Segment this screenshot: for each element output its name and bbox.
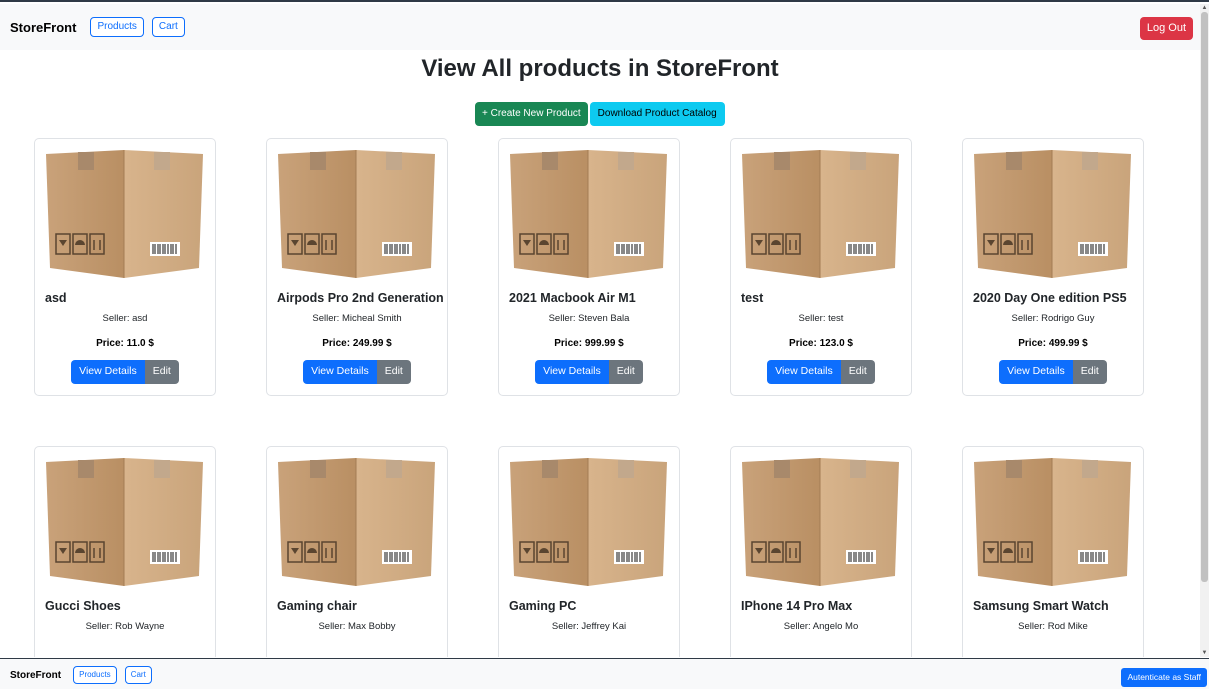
cardboard-box-icon [510, 150, 667, 278]
edit-button[interactable]: Edit [144, 360, 179, 384]
product-seller: Seller: Max Bobby [318, 621, 396, 632]
product-seller: Seller: Micheal Smith [312, 313, 402, 324]
view-details-button[interactable]: View Details [767, 360, 841, 384]
product-name: 2020 Day One edition PS5 [973, 291, 1127, 305]
product-price: Price: 11.0 $ [96, 338, 154, 349]
view-details-button[interactable]: View Details [999, 360, 1073, 384]
vertical-scrollbar[interactable]: ▲ ▼ [1200, 4, 1209, 657]
cardboard-box-icon [46, 150, 203, 278]
product-name: test [741, 291, 764, 305]
scroll-down-arrow-icon[interactable]: ▼ [1200, 649, 1209, 657]
product-name: Gaming chair [277, 599, 357, 613]
edit-button[interactable]: Edit [840, 360, 875, 384]
product-card: asd Seller: asd Price: 11.0 $ View Detai… [34, 138, 216, 396]
product-card: test Seller: test Price: 123.0 $ View De… [730, 138, 912, 396]
product-name: 2021 Macbook Air M1 [509, 291, 636, 305]
product-card: 2021 Macbook Air M1 Seller: Steven Bala … [498, 138, 680, 396]
page-title: View All products in StoreFront [421, 55, 779, 82]
product-card: Gaming PC Seller: Jeffrey Kai [498, 446, 680, 657]
product-name: asd [45, 291, 67, 305]
card-buttons: View Details Edit [35, 360, 215, 384]
product-seller: Seller: Rob Wayne [85, 621, 165, 632]
product-seller: Seller: Rodrigo Guy [1011, 313, 1095, 324]
product-name: IPhone 14 Pro Max [741, 599, 853, 613]
brand-link[interactable]: StoreFront [10, 20, 76, 35]
authenticate-staff-button[interactable]: Autenticate as Staff [1121, 668, 1207, 687]
view-details-button[interactable]: View Details [303, 360, 377, 384]
footer-brand-link[interactable]: StoreFront [10, 670, 61, 681]
product-price: Price: 499.99 $ [1018, 338, 1088, 349]
cart-nav-button[interactable]: Cart [151, 17, 185, 37]
product-price: Price: 123.0 $ [789, 338, 853, 349]
product-card: Gaming chair Seller: Max Bobby [266, 446, 448, 657]
cardboard-box-icon [742, 458, 899, 586]
cardboard-box-icon [510, 458, 667, 586]
logout-button[interactable]: Log Out [1139, 17, 1193, 40]
product-seller: Seller: Steven Bala [548, 313, 630, 324]
card-buttons: View Details Edit [267, 360, 447, 384]
product-seller: Seller: Angelo Mo [783, 621, 859, 632]
card-buttons: View Details Edit [731, 360, 911, 384]
view-details-button[interactable]: View Details [71, 360, 145, 384]
product-card: Samsung Smart Watch Seller: Rod Mike [962, 446, 1144, 657]
view-details-button[interactable]: View Details [535, 360, 609, 384]
cardboard-box-icon [278, 458, 435, 586]
product-seller: Seller: Jeffrey Kai [551, 621, 627, 632]
edit-button[interactable]: Edit [1072, 360, 1107, 384]
bottom-navbar: StoreFront Products Cart Autenticate as … [0, 658, 1209, 689]
products-nav-button[interactable]: Products [90, 17, 144, 37]
footer-products-button[interactable]: Products [73, 666, 117, 684]
scroll-thumb[interactable] [1201, 12, 1208, 582]
cardboard-box-icon [742, 150, 899, 278]
cardboard-box-icon [46, 458, 203, 586]
product-card: IPhone 14 Pro Max Seller: Angelo Mo [730, 446, 912, 657]
cardboard-box-icon [974, 458, 1131, 586]
edit-button[interactable]: Edit [608, 360, 643, 384]
product-name: Samsung Smart Watch [973, 599, 1109, 613]
product-seller: Seller: Rod Mike [1018, 621, 1088, 632]
product-price: Price: 249.99 $ [322, 338, 392, 349]
action-buttons: + Create New Product Download Product Ca… [475, 102, 725, 126]
product-name: Gaming PC [509, 599, 577, 613]
app-window: StoreFront Products Cart Log Out View Al… [0, 0, 1209, 689]
cardboard-box-icon [974, 150, 1131, 278]
product-card: Gucci Shoes Seller: Rob Wayne [34, 446, 216, 657]
product-card: 2020 Day One edition PS5 Seller: Rodrigo… [962, 138, 1144, 396]
product-name: Airpods Pro 2nd Generation [277, 291, 444, 305]
download-catalog-button[interactable]: Download Product Catalog [589, 102, 725, 126]
main-content: View All products in StoreFront + Create… [0, 50, 1200, 657]
product-seller: Seller: test [798, 313, 844, 324]
footer-cart-button[interactable]: Cart [124, 666, 152, 684]
card-buttons: View Details Edit [963, 360, 1143, 384]
product-card: Airpods Pro 2nd Generation Seller: Miche… [266, 138, 448, 396]
edit-button[interactable]: Edit [376, 360, 411, 384]
cardboard-box-icon [278, 150, 435, 278]
card-buttons: View Details Edit [499, 360, 679, 384]
create-product-button[interactable]: + Create New Product [475, 102, 588, 126]
top-navbar: StoreFront Products Cart Log Out [0, 4, 1200, 50]
product-seller: Seller: asd [102, 313, 148, 324]
product-price: Price: 999.99 $ [554, 338, 624, 349]
scroll-up-arrow-icon[interactable]: ▲ [1200, 4, 1209, 12]
product-name: Gucci Shoes [45, 599, 121, 613]
